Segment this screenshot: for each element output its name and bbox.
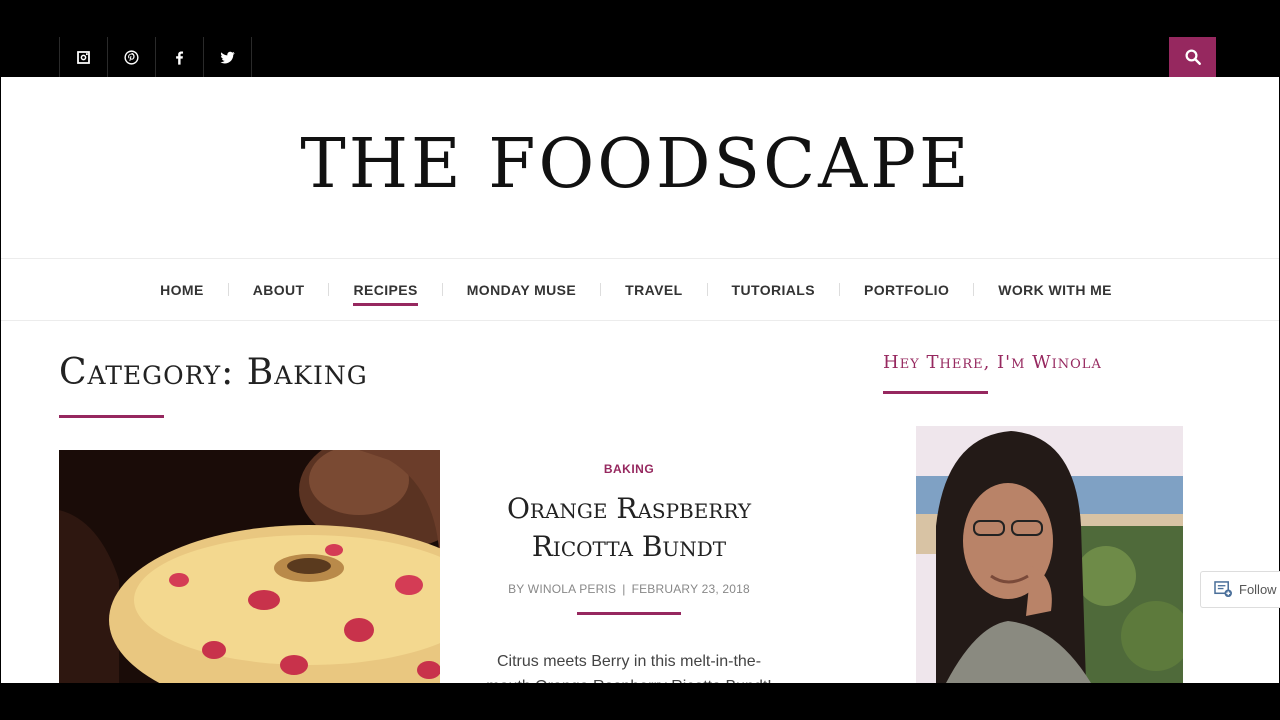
nav-item-work-with-me[interactable]: WORK WITH ME [998,276,1112,304]
follow-reader-icon [1214,581,1232,598]
post-summary: BAKING Orange Raspberry Ricotta Bundt BY… [469,460,789,683]
follow-button[interactable]: Follow [1200,571,1280,608]
widget-underline [883,391,988,394]
twitter-icon [220,51,235,63]
nav-item-recipes[interactable]: RECIPES [353,276,419,306]
instagram-link[interactable] [60,37,108,77]
post-category-link[interactable]: BAKING [604,462,654,476]
nav-item-home[interactable]: HOME [160,276,204,304]
author-portrait-image [916,426,1183,683]
nav-item-travel[interactable]: TRAVEL [625,276,682,304]
post-divider [577,612,681,615]
bundt-cake-image [59,450,440,683]
archive-title: Category: Baking [59,352,368,393]
title-underline [59,415,164,418]
site-logo[interactable]: THE FOODSCAPE [1,125,1271,204]
instagram-icon [77,50,90,64]
post-date: FEBRUARY 23, 2018 [631,582,750,596]
post-author-link[interactable]: BY WINOLA PERIS [508,582,616,596]
main-navigation: HOME ABOUT RECIPES MONDAY MUSE TRAVEL TU… [1,258,1279,321]
nav-item-portfolio[interactable]: PORTFOLIO [864,276,949,304]
byline-separator: | [622,582,626,596]
twitter-link[interactable] [204,37,252,77]
top-bar [0,0,1280,77]
author-photo [916,426,1183,683]
page-content: THE FOODSCAPE HOME ABOUT RECIPES MONDAY … [1,77,1279,683]
facebook-icon [176,50,184,65]
sidebar-widget-title: Hey There, I'm Winola [883,352,1102,373]
follow-label: Follow [1239,582,1277,597]
search-icon [1185,49,1201,65]
pinterest-icon [124,49,139,65]
bottom-bar [0,683,1280,720]
social-links [59,37,252,77]
post-title[interactable]: Orange Raspberry Ricotta Bundt [469,490,789,566]
post-thumbnail[interactable] [59,450,440,683]
facebook-link[interactable] [156,37,204,77]
nav-item-tutorials[interactable]: TUTORIALS [732,276,815,304]
post-byline: BY WINOLA PERIS | FEBRUARY 23, 2018 [469,582,789,596]
pinterest-link[interactable] [108,37,156,77]
nav-item-about[interactable]: ABOUT [253,276,305,304]
nav-item-monday-muse[interactable]: MONDAY MUSE [467,276,576,304]
post-excerpt: Citrus meets Berry in this melt-in-the-m… [486,653,771,683]
search-button[interactable] [1169,37,1216,77]
